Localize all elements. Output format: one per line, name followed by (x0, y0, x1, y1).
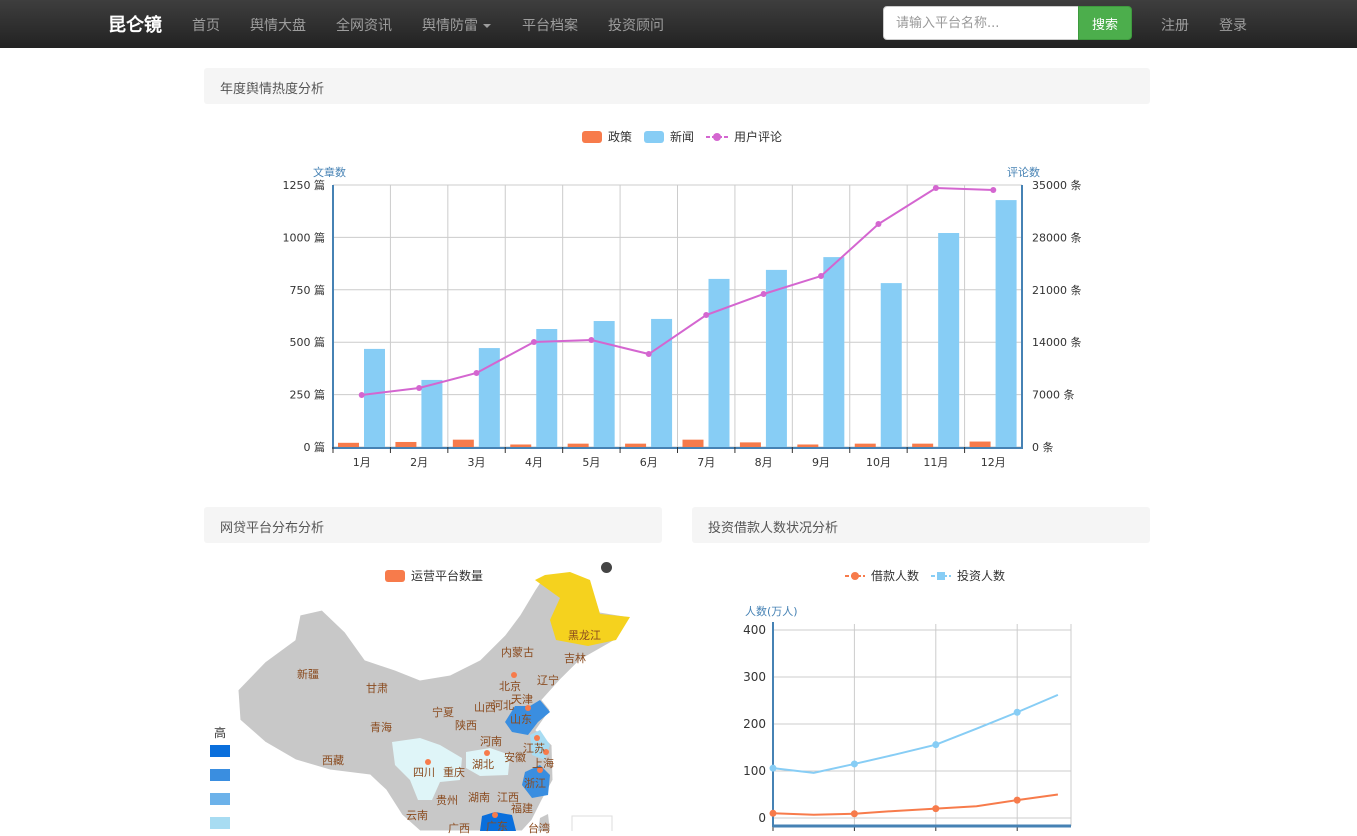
y-tick-label: 200 (743, 717, 766, 731)
y-tick-label: 400 (743, 623, 766, 637)
point-loan (932, 805, 940, 813)
point-loan (769, 809, 777, 817)
point-loan (1013, 796, 1021, 804)
point-invest (932, 741, 940, 749)
point-invest (850, 760, 858, 768)
line-invest (772, 693, 1059, 774)
people-chart: 0 100 200 300 400 人数(万人) (743, 605, 1072, 831)
y-tick-label: 0 (758, 811, 766, 825)
y-tick-label: 300 (743, 670, 766, 684)
point-invest (769, 764, 777, 772)
point-loan (850, 810, 858, 818)
y-tick-label: 100 (743, 764, 766, 778)
y-axis-title: 人数(万人) (745, 605, 798, 618)
point-invest (1013, 708, 1021, 716)
